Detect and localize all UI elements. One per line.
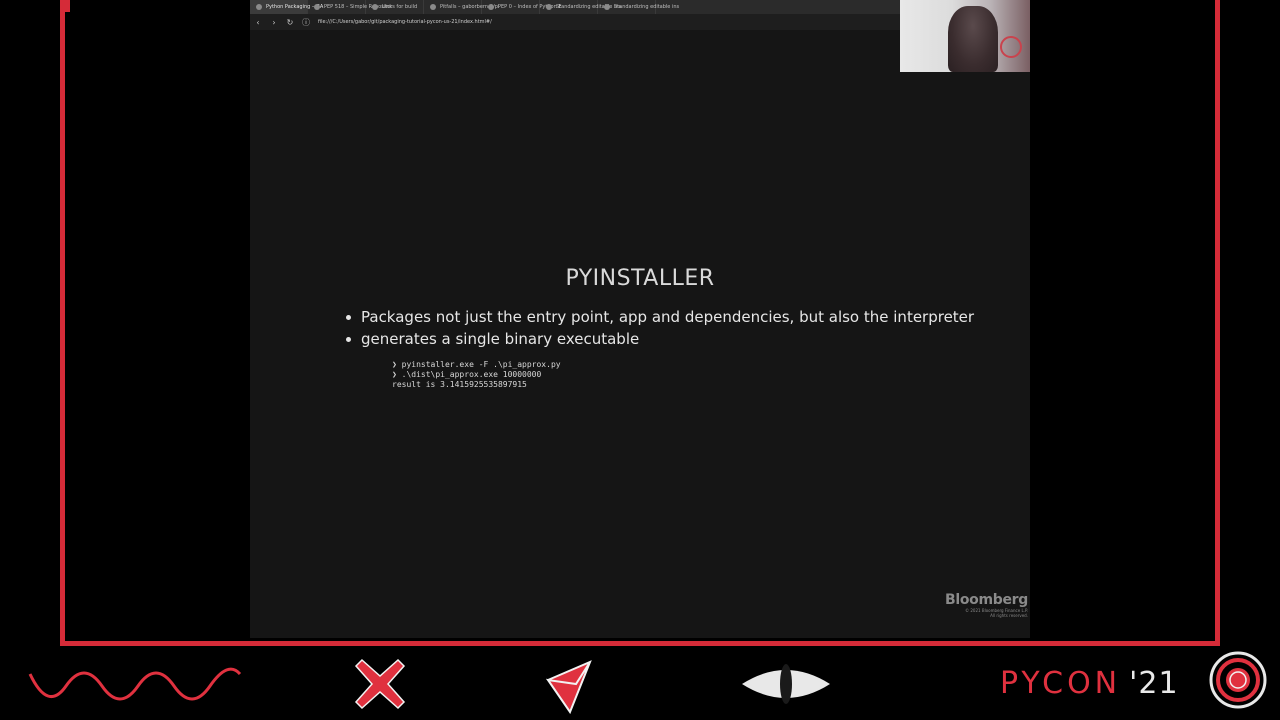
triangle-icon: [546, 660, 592, 714]
tab-standardizing-2[interactable]: Standardizing editable ins: [598, 0, 679, 14]
x-mark-icon: [354, 658, 406, 710]
wave-icon: [28, 667, 242, 701]
pycon-wordmark: PYCON '21: [1000, 666, 1179, 701]
pycon-year: '21: [1129, 666, 1179, 701]
favicon-icon: [546, 4, 552, 10]
pycon-label: PYCON: [1000, 666, 1122, 701]
bullet-list: Packages not just the entry point, app a…: [346, 306, 974, 350]
bullet-item: generates a single binary executable: [346, 328, 974, 350]
github-icon: [430, 4, 436, 10]
tab-pep-518[interactable]: PEP 518 – Simple Repositor: [308, 0, 392, 14]
speaker-video: [948, 6, 998, 72]
tab-python-packaging[interactable]: Python Packaging – GA: [250, 0, 323, 14]
favicon-icon: [604, 4, 610, 10]
favicon-icon: [314, 4, 320, 10]
favicon-icon: [256, 4, 262, 10]
favicon-icon: [488, 4, 494, 10]
tab-label: Links for build: [382, 4, 418, 10]
code-block: ❯ pyinstaller.exe -F .\pi_approx.py ❯ .\d…: [392, 360, 561, 390]
slide: PYINSTALLER Packages not just the entry …: [250, 30, 1030, 638]
tab-links-for-build[interactable]: Links for build: [366, 0, 424, 14]
tab-standardizing-1[interactable]: Standardizing editable ins: [540, 0, 621, 14]
forward-arrow-icon[interactable]: ›: [270, 18, 278, 27]
address-bar[interactable]: file:///C:/Users/gabor/git/packaging-tut…: [318, 17, 900, 27]
eye-icon: [742, 664, 830, 704]
browser-window: Python Packaging – GA PEP 518 – Simple R…: [250, 0, 1030, 638]
back-arrow-icon[interactable]: ‹: [254, 18, 262, 27]
webcam-overlay: [900, 0, 1030, 72]
slide-title: PYINSTALLER: [565, 266, 715, 291]
code-line: ❯ pyinstaller.exe -F .\pi_approx.py: [392, 360, 561, 369]
tab-pep-0[interactable]: PEP 0 – Index of Python E: [482, 0, 561, 14]
reload-icon[interactable]: ↻: [286, 18, 294, 27]
tab-label: Standardizing editable ins: [614, 4, 680, 10]
microphone-icon: [1000, 36, 1022, 58]
code-line: result is 3.1415925535897915: [392, 380, 527, 389]
tab-pitfalls[interactable]: Pitfalls – gaborbernat/pi: [424, 0, 499, 14]
favicon-icon: [372, 4, 378, 10]
sponsor-rights: All rights reserved.: [990, 613, 1028, 618]
bloomberg-logo: Bloomberg © 2021 Bloomberg Finance L.P. …: [945, 592, 1028, 618]
sponsor-name: Bloomberg: [944, 592, 1028, 608]
info-icon: ⓘ: [302, 17, 310, 27]
code-line: ❯ .\dist\pi_approx.exe 10000000: [392, 370, 542, 379]
pycon-logo-icon: [1209, 651, 1267, 709]
bullet-item: Packages not just the entry point, app a…: [346, 306, 974, 328]
